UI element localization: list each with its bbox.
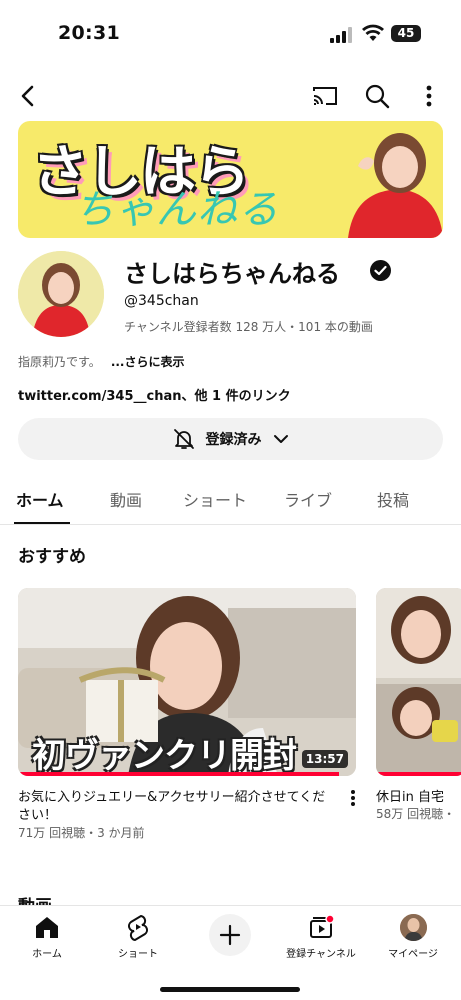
wifi-icon: [362, 24, 384, 41]
profile-avatar: [399, 913, 427, 941]
active-tab-indicator: [14, 522, 70, 524]
battery-indicator: 45: [391, 25, 421, 42]
section-title-recommended: おすすめ: [18, 547, 86, 567]
thumbnail-caption: 初ヴァンクリ開封: [32, 736, 297, 776]
nav-home[interactable]: ホーム: [2, 912, 92, 960]
shorts-icon: [128, 914, 148, 941]
channel-avatar-image: [18, 251, 104, 337]
back-button[interactable]: [12, 80, 44, 112]
watch-progress-bar: [376, 772, 461, 776]
tab-shorts[interactable]: ショート: [183, 487, 247, 511]
video-meta: 58万 回視聴・: [376, 807, 456, 821]
signal-icon: [330, 27, 352, 43]
bell-off-icon: [173, 429, 194, 449]
description-text: 指原莉乃です。: [18, 355, 101, 369]
home-icon: [36, 917, 58, 938]
more-vert-icon: [426, 85, 432, 107]
profile-avatar-image: [399, 913, 427, 941]
nav-label: 登録チャンネル: [286, 949, 356, 960]
subscribe-label: 登録済み: [205, 432, 262, 448]
chevron-down-icon: [273, 435, 288, 443]
video-more-icon[interactable]: [346, 788, 360, 808]
tab-home[interactable]: ホーム: [16, 487, 64, 511]
video-thumbnail[interactable]: 初ヴァンクリ開封 13:57: [18, 588, 356, 776]
video-card[interactable]: 休日in 自宅 58万 回視聴・: [376, 588, 461, 821]
channel-banner: さしはら ちゃんねる: [18, 121, 443, 238]
nav-subscriptions[interactable]: 登録チャンネル: [276, 912, 366, 960]
video-thumbnail[interactable]: [376, 588, 461, 776]
status-bar: 20:31 45: [0, 0, 461, 62]
nav-profile[interactable]: マイページ: [368, 912, 458, 960]
channel-stats: チャンネル登録者数 128 万人・101 本の動画: [124, 320, 373, 334]
banner-subtitle: ちゃんねる: [74, 187, 279, 233]
nav-label: ショート: [118, 949, 158, 960]
channel-description[interactable]: 指原莉乃です。 ...さらに表示: [18, 353, 185, 370]
cast-icon: [313, 87, 337, 105]
status-time: 20:31: [58, 22, 120, 44]
bottom-navigation: ホーム ショート 登録チャンネル マイページ: [0, 905, 461, 1000]
more-options-button[interactable]: [413, 80, 445, 112]
watch-progress-bar: [18, 772, 340, 776]
video-title[interactable]: お気に入りジュエリー&アクセサリー紹介させてください！: [18, 789, 330, 825]
tab-videos[interactable]: 動画: [110, 487, 142, 511]
tab-live[interactable]: ライブ: [284, 487, 332, 511]
channel-avatar[interactable]: [18, 251, 104, 337]
search-button[interactable]: [361, 80, 393, 112]
nav-shorts[interactable]: ショート: [93, 912, 183, 960]
nav-label: マイページ: [388, 949, 438, 960]
video-duration: 13:57: [301, 750, 348, 768]
top-app-bar: [0, 76, 461, 116]
channel-handle: @345chan: [124, 293, 199, 309]
video-card[interactable]: 初ヴァンクリ開封 13:57 お気に入りジュエリー&アクセサリー紹介させてくださ…: [18, 588, 356, 840]
show-more-link[interactable]: ...さらに表示: [111, 355, 185, 369]
back-arrow-icon: [21, 85, 34, 107]
banner-person-image: [328, 121, 443, 238]
video-meta: 71万 回視聴・3 か月前: [18, 826, 145, 840]
search-icon: [365, 84, 390, 109]
channel-tabs: ホーム 動画 ショート ライブ 投稿: [0, 472, 461, 525]
video-thumbnail-image: [376, 588, 461, 776]
create-button[interactable]: [209, 914, 251, 956]
channel-links[interactable]: twitter.com/345__chan、他 1 件のリンク: [18, 385, 291, 404]
subscriptions-icon: [310, 914, 334, 938]
channel-name: さしはらちゃんねる: [124, 260, 340, 288]
home-indicator: [160, 987, 300, 992]
nav-label: ホーム: [32, 949, 62, 960]
tab-posts[interactable]: 投稿: [377, 487, 409, 511]
cast-button[interactable]: [309, 80, 341, 112]
verified-badge-icon: [370, 260, 391, 281]
create-icon: [219, 924, 241, 946]
subscribed-button[interactable]: 登録済み: [18, 418, 443, 460]
